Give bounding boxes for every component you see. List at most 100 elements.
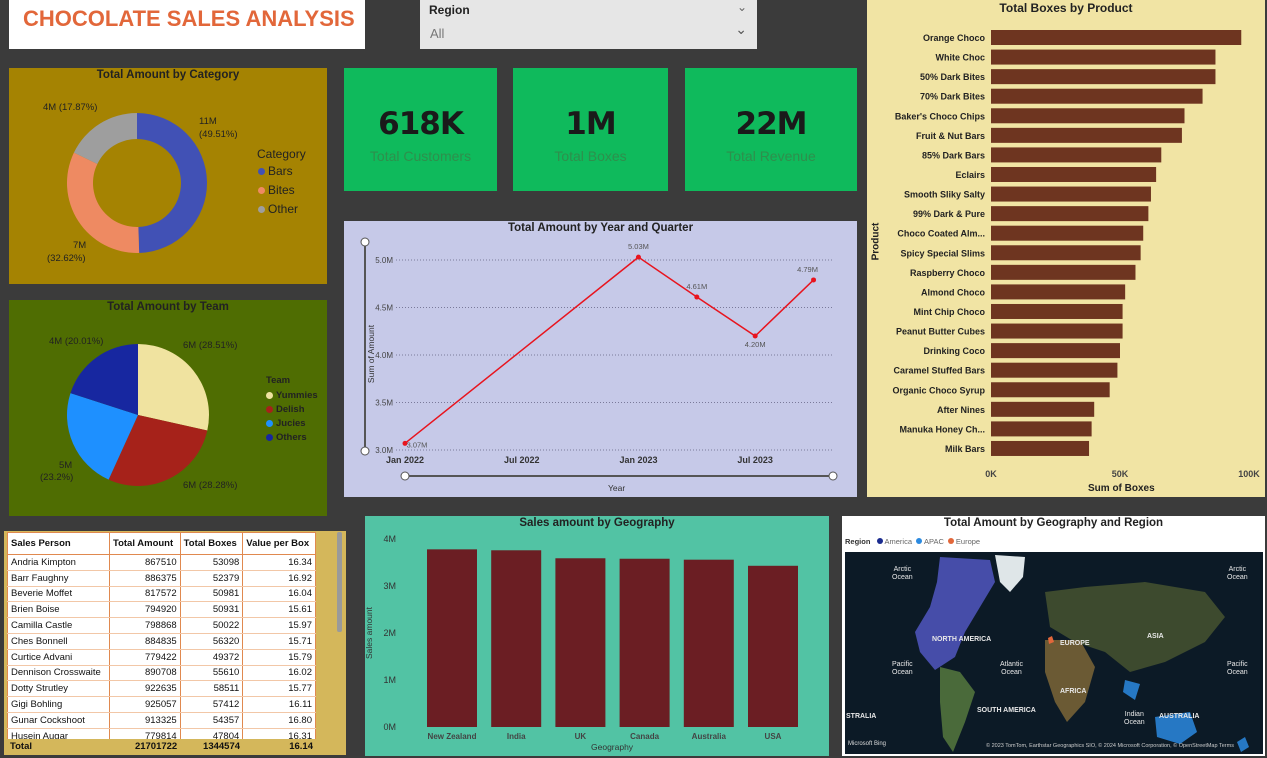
table-cell: 49372 <box>179 649 244 666</box>
bar-product[interactable] <box>991 284 1126 300</box>
table-row[interactable]: Dennison Crosswaite 890708 55610 16.02 <box>7 665 316 682</box>
map-legend-item[interactable]: APAC <box>916 537 944 546</box>
slice-bites[interactable] <box>66 152 140 253</box>
table-row[interactable]: Ches Bonnell 884835 56320 15.71 <box>7 633 316 650</box>
data-point[interactable] <box>752 333 758 339</box>
legend-dot <box>266 392 273 399</box>
bar-geography[interactable] <box>427 549 477 727</box>
product-label: 85% Dark Bars <box>922 150 985 160</box>
table-row[interactable]: Beverie Moffet 817572 50981 16.04 <box>7 586 316 603</box>
legend-item-delish[interactable]: Delish <box>266 404 318 415</box>
legend-item-other[interactable]: Other <box>258 202 298 216</box>
table-row[interactable]: Gunar Cockshoot 913325 54357 16.80 <box>7 712 316 729</box>
map-label-atl: Atlantic Ocean <box>1000 661 1023 676</box>
table-row[interactable]: Gigi Bohling 925057 57412 16.11 <box>7 696 316 713</box>
bar-product[interactable] <box>991 323 1123 339</box>
slice-bars[interactable] <box>137 113 208 253</box>
bar-product[interactable] <box>991 225 1144 241</box>
bar-product[interactable] <box>991 206 1149 222</box>
bar-geography[interactable] <box>619 558 670 727</box>
product-label: White Choc <box>936 53 986 63</box>
table-cell: 798868 <box>108 617 181 634</box>
map-label-indian: Indian Ocean <box>1124 711 1145 726</box>
data-point[interactable] <box>694 294 700 300</box>
legend-item-bars[interactable]: Bars <box>258 164 298 178</box>
chevron-down-icon[interactable]: ⌄ <box>737 0 747 14</box>
table-row[interactable]: Dotty Strutley 922635 58511 15.77 <box>7 680 316 698</box>
region-slicer-value[interactable]: All <box>430 26 444 41</box>
world-map[interactable] <box>845 552 1263 754</box>
x-zoom-handle-right[interactable] <box>828 471 838 481</box>
bar-product[interactable] <box>991 303 1123 319</box>
bar-product[interactable] <box>991 245 1141 261</box>
bar-product[interactable] <box>991 343 1120 359</box>
bar-product[interactable] <box>991 49 1216 65</box>
map-legend-item[interactable]: America <box>876 537 912 546</box>
product-label: Milk Bars <box>945 444 985 454</box>
table-cell: Gunar Cockshoot <box>7 712 110 729</box>
year-quarter-line-chart[interactable]: 3.0M 3.5M 4.0M 4.5M 5.0M Jan 2022 Jul 2022 Jan … <box>344 221 857 497</box>
bar-product[interactable] <box>991 147 1162 163</box>
column-header[interactable]: Value per Box <box>242 532 316 555</box>
region-slicer[interactable]: Region ⌄ All ⌄ <box>420 0 757 49</box>
table-cell: Brien Boise <box>7 601 110 619</box>
others-slice-label: 4M (20.01%) <box>49 336 104 347</box>
legend-item-others[interactable]: Others <box>266 432 318 443</box>
bar-product[interactable] <box>991 127 1182 143</box>
legend-item-jucies[interactable]: Jucies <box>266 418 318 429</box>
dropdown-chevron-icon[interactable]: ⌄ <box>735 22 747 38</box>
total-cell: 1344574 <box>180 739 244 755</box>
table-scrollbar[interactable] <box>337 532 342 632</box>
legend-item-bites[interactable]: Bites <box>258 183 298 197</box>
x-zoom-handle-left[interactable] <box>400 471 410 481</box>
bar-product[interactable] <box>991 362 1118 378</box>
column-header[interactable]: Total Boxes <box>179 532 244 555</box>
table-cell: Dennison Crosswaite <box>7 665 110 682</box>
table-row[interactable]: Andria Kimpton 867510 53098 16.34 <box>7 554 316 571</box>
product-label: Fruit & Nut Bars <box>916 131 985 141</box>
table-row[interactable]: Barr Faughny 886375 52379 16.92 <box>7 570 316 587</box>
bar-product[interactable] <box>991 69 1216 85</box>
table-cell: 15.79 <box>242 649 316 666</box>
table-cell: Beverie Moffet <box>7 586 110 603</box>
bar-product[interactable] <box>991 401 1095 417</box>
column-header[interactable]: Sales Person <box>7 532 110 555</box>
bar-geography[interactable] <box>555 558 606 727</box>
bar-product[interactable] <box>991 264 1136 280</box>
slice-other[interactable] <box>73 113 137 164</box>
bar-product[interactable] <box>991 186 1151 202</box>
bar-product[interactable] <box>991 421 1092 437</box>
sales-by-geography-bar-chart[interactable]: 0M 1M 2M 3M 4M New Zealand India UK Canada Austra… <box>365 516 829 756</box>
product-label: Eclairs <box>955 170 985 180</box>
map-legend-item[interactable]: Europe <box>947 537 980 546</box>
boxes-by-product-bar-chart[interactable]: Orange Choco White Choc 50% Dark Bites 70% … <box>867 0 1265 497</box>
map-label-pac2: Pacific Ocean <box>1227 661 1248 676</box>
table-cell: 54357 <box>179 712 244 729</box>
table-cell: 16.02 <box>242 665 316 682</box>
bar-product[interactable] <box>991 30 1242 45</box>
bar-geography[interactable] <box>748 565 798 727</box>
legend-item-yummies[interactable]: Yummies <box>266 390 318 401</box>
table-row[interactable]: Camilla Castle 798868 50022 15.97 <box>7 617 316 634</box>
bar-product[interactable] <box>991 382 1110 398</box>
bar-product[interactable] <box>991 108 1185 124</box>
map-label-samerica: SOUTH AMERICA <box>977 707 1036 714</box>
data-point[interactable] <box>811 277 817 283</box>
table-row[interactable]: Curtice Advani 779422 49372 15.79 <box>7 649 316 666</box>
data-point[interactable] <box>635 254 641 260</box>
table-row[interactable]: Brien Boise 794920 50931 15.61 <box>7 601 316 619</box>
bar-geography[interactable] <box>683 559 734 727</box>
product-label: Choco Coated Alm... <box>897 229 985 239</box>
bar-product[interactable] <box>991 166 1157 182</box>
bar-product[interactable] <box>991 440 1090 456</box>
y-zoom-handle-bottom[interactable] <box>360 446 370 456</box>
column-header[interactable]: Total Amount <box>108 532 181 555</box>
bar-geography[interactable] <box>491 550 542 727</box>
other-slice-label: 4M (17.87%) <box>43 102 98 113</box>
y-zoom-handle-top[interactable] <box>360 237 370 247</box>
legend-dot <box>947 538 954 544</box>
amount-series-line[interactable] <box>404 256 815 444</box>
legend-dot <box>258 205 265 213</box>
map-label-pac1: Pacific Ocean <box>892 661 913 676</box>
bar-product[interactable] <box>991 88 1203 104</box>
